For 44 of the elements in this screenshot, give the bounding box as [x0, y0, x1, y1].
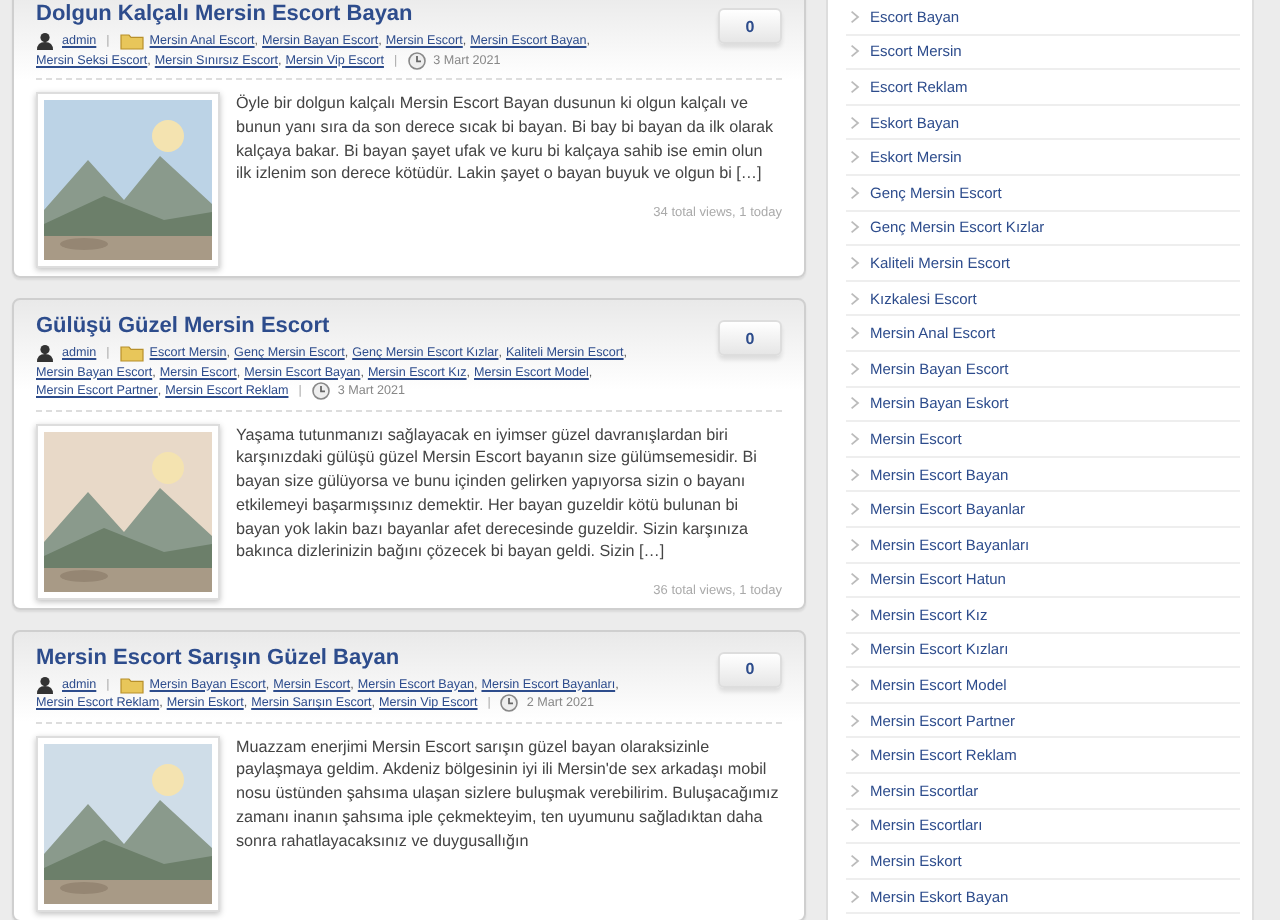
chevron-icon [850, 396, 860, 411]
chevron-icon [850, 607, 860, 622]
chevron-icon [850, 185, 860, 200]
chevron-icon [850, 115, 860, 130]
chevron-icon [850, 220, 860, 235]
clock-icon [407, 51, 426, 70]
chevron-icon [850, 818, 860, 833]
chevron-icon [850, 889, 860, 904]
chevron-icon [850, 255, 860, 270]
chevron-icon [850, 642, 860, 657]
post-excerpt: Öyle bir dolgun kalçalı Mersin Escort Bayan dusunun ki olgun kalçalı ve bunun yanı sıra da son derece sıcak bi bayan. Bi bay bi bayan da ilk olarak kalçaya bakar. Bi bayan şayet ufak ve kuru bi kalçaya sahib ise emin olun ilk izlenim son derece kötüdür. Lakin şayet o bayan buyuk ve olgun bi […] [236, 92, 776, 187]
comment-count-bubble[interactable]: 0 [718, 320, 782, 356]
folder-icon [119, 344, 146, 363]
chevron-icon [850, 678, 860, 693]
post-title-link[interactable]: Dolgun Kalçalı Mersin Escort Bayan [36, 2, 702, 26]
clock-icon [500, 694, 519, 713]
chevron-icon [850, 150, 860, 165]
chevron-icon [850, 291, 860, 306]
folder-icon [119, 675, 146, 694]
chevron-icon [850, 79, 860, 94]
chevron-icon [850, 748, 860, 763]
person-icon [36, 675, 54, 694]
folder-icon [119, 32, 146, 51]
chevron-icon [850, 467, 860, 482]
chevron-icon [850, 783, 860, 798]
comment-count-bubble[interactable]: 0 [718, 8, 782, 44]
post-excerpt: Muazzam enerjimi Mersin Escort sarışın güzel bayan olaraksizinle paylaşmaya geldim. Akdeniz bölgesinin iyi ili Mersin'de sex arkadaşı mobil nosu üstünden şahsıma ulaşan sizlere buluşmak verebilirim. Buluşacağımız zamanı inanın şahsıma iple çekmekteyim, ten uyumunu sağladıktan daha sonra rahatlayacaksınız ve duygusallığın [236, 735, 781, 853]
post-title-link[interactable]: Mersin Escort Sarışın Güzel Bayan [36, 645, 702, 669]
chevron-icon [850, 326, 860, 341]
post-title-link[interactable]: Gülüşü Güzel Mersin Escort [36, 314, 702, 338]
chevron-icon [850, 431, 860, 446]
chevron-icon [850, 537, 860, 552]
chevron-icon [850, 44, 860, 59]
chevron-icon [850, 9, 860, 24]
chevron-icon [850, 572, 860, 587]
chevron-icon [850, 361, 860, 376]
comment-count-bubble[interactable]: 0 [718, 651, 782, 687]
chevron-icon [850, 854, 860, 869]
chevron-icon [850, 502, 860, 517]
clock-icon [311, 382, 330, 401]
person-icon [36, 32, 54, 51]
post-excerpt: Yaşama tutunmanızı sağlayacak en iyimser güzel davranışlardan biri karşınızdaki gülüşü güzel Mersin Escort bayanın size gülümsemesidir. Bi bayan size gülüyorsa ve bunu içinden gelirken yapıyorsa sizin o bayanı etkilemeyi başarmışsınız demektir. Her bayan guzeldir kötü bulunan bi bayan yok lakin bazı bayanlar afet derecesinde guzeldir. Sizin karşınıza bakınca dizlerinizin bağını çözecek bi bayan geldi. Sizin […] [236, 423, 759, 565]
person-icon [36, 344, 54, 363]
chevron-icon [850, 713, 860, 728]
